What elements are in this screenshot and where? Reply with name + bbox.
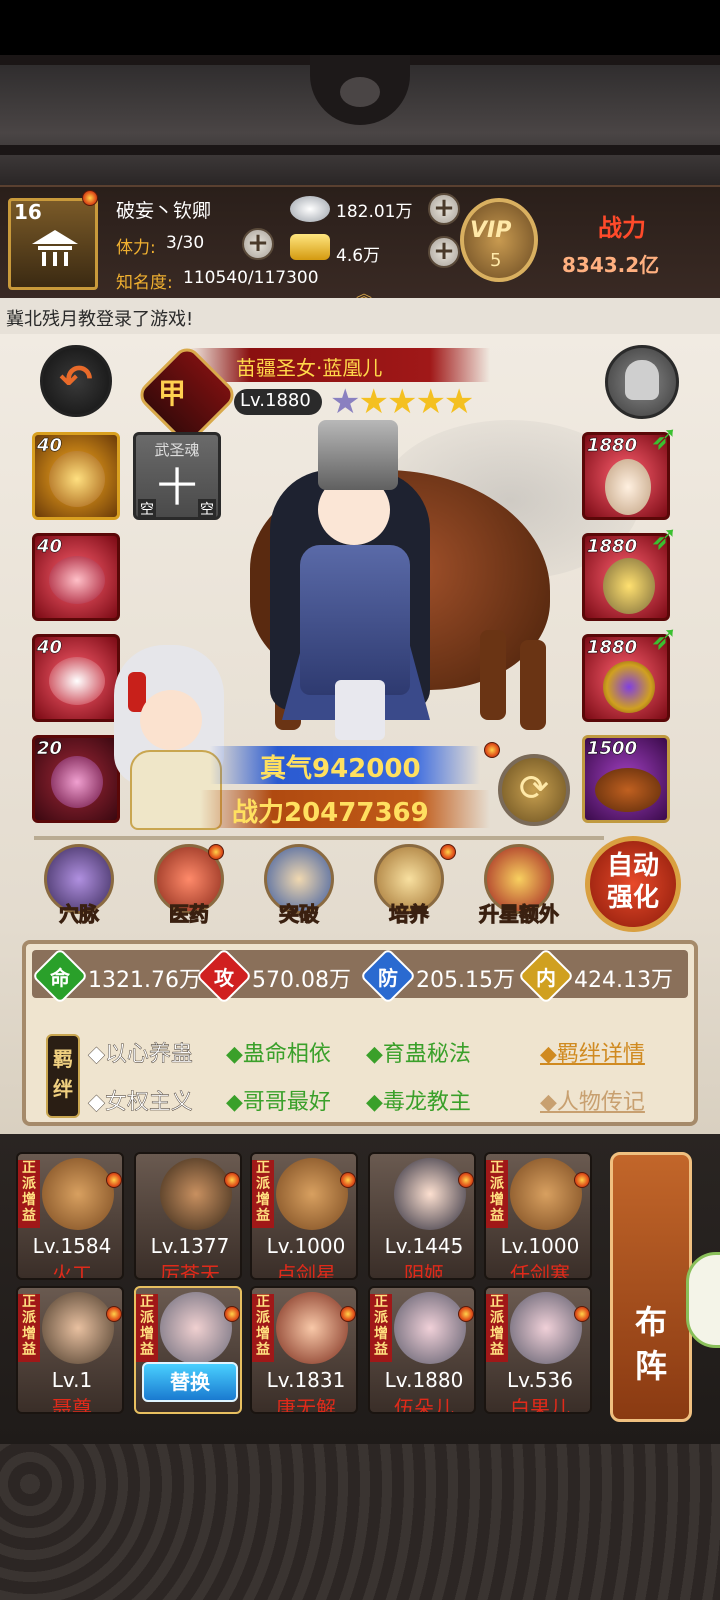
skill-slot-1[interactable]: 40 <box>32 432 120 520</box>
upgrade-arrow-icon: ➶ <box>650 518 679 558</box>
upgrade-arrow-icon: ➶ <box>650 618 679 658</box>
player-level: 16 <box>14 200 42 224</box>
cultivate-button-label[interactable]: 培养 <box>354 898 464 927</box>
team-hero-card[interactable]: 正派增益 替换 <box>134 1286 242 1414</box>
bond-item: ◆毒龙教主 <box>366 1090 471 1115</box>
function-bar <box>34 836 604 840</box>
bond-tag-text: 羁绊 <box>53 1047 73 1101</box>
side-expand-button[interactable] <box>686 1252 720 1348</box>
bond-item: ◆哥哥最好 <box>226 1090 331 1115</box>
breakthrough-button-label[interactable]: 突破 <box>244 898 354 927</box>
skill-slot-4[interactable]: 20 <box>32 735 120 823</box>
star-icon: ★★★★ <box>358 382 474 422</box>
add-silver-button[interactable]: + <box>428 193 460 225</box>
silver-icon <box>290 196 330 222</box>
fame-value: 110540/117300 <box>183 268 319 288</box>
bond-detail-link[interactable]: ◆羁绊详情 <box>540 1036 645 1068</box>
mount-slot[interactable]: 1500 <box>582 735 670 823</box>
team-hero-card[interactable]: 正派增益 Lv.1000 卢剑星 <box>250 1152 358 1280</box>
bond-item: ◆蛊命相依 <box>226 1042 331 1067</box>
hp-value: 1321.76万 <box>88 968 201 993</box>
team-hero-card[interactable]: 正派增益 Lv.1000 任剑寒 <box>484 1152 592 1280</box>
status-bar <box>0 0 720 55</box>
defense-value: 205.15万 <box>416 968 515 993</box>
hero-power-value: 战力20477369 <box>232 798 429 828</box>
skill-slot-2[interactable]: 40 <box>32 533 120 621</box>
total-power-value: 8343.2亿 <box>562 253 660 277</box>
hero-portrait <box>276 1292 348 1364</box>
hero-portrait <box>160 1158 232 1230</box>
medicine-button-label[interactable]: 医药 <box>134 898 244 927</box>
notice-text: 冀北残月教登录了游戏! <box>6 309 194 330</box>
chevron-up-icon[interactable]: ︽ <box>350 280 378 303</box>
hero-portrait <box>160 1292 232 1364</box>
auto-strengthen-label[interactable]: 自动强化 <box>597 850 669 914</box>
gold-amount: 4.6万 <box>336 246 381 266</box>
biography-link[interactable]: ◆人物传记 <box>540 1084 645 1116</box>
back-button[interactable]: ↶ <box>40 345 112 417</box>
notification-dot <box>440 844 456 860</box>
notification-dot <box>208 844 224 860</box>
vip-level: 5 <box>490 250 502 271</box>
rank-badge-text: 甲 <box>158 377 187 410</box>
hero-name: 苗疆圣女·蓝凰儿 <box>236 356 383 380</box>
vip-label: VIP <box>470 218 512 243</box>
skill-slot-3[interactable]: 40 <box>32 634 120 722</box>
fame-label: 知名度: <box>116 273 173 293</box>
hero-portrait <box>42 1292 114 1364</box>
roof-background <box>0 55 720 185</box>
hero-portrait <box>394 1158 466 1230</box>
hero-portrait <box>394 1292 466 1364</box>
add-gold-button[interactable]: + <box>428 236 460 268</box>
upgrade-arrow-icon: ➶ <box>650 418 679 458</box>
inner-power-value: 424.13万 <box>574 968 673 993</box>
hero-portrait <box>510 1158 582 1230</box>
bond-item: ◆育蛊秘法 <box>366 1042 471 1067</box>
zhenqi-value: 真气942000 <box>260 754 421 784</box>
team-hero-card[interactable]: 正派增益 Lv.536 白果儿 <box>484 1286 592 1414</box>
star-up-button-label[interactable]: 升星额外 <box>464 898 574 927</box>
star-icon: ★ <box>330 382 361 422</box>
stamina-label: 体力: <box>116 238 156 258</box>
team-hero-card[interactable]: 正派增益 Lv.1831 唐无解 <box>250 1286 358 1414</box>
hero-portrait <box>276 1158 348 1230</box>
switch-hero-button[interactable]: ⟳ <box>498 754 570 826</box>
hero-stars: ★★★★★ <box>330 382 474 422</box>
attack-value: 570.08万 <box>252 968 351 993</box>
formation-label[interactable]: 布阵 <box>622 1300 680 1388</box>
team-hero-card[interactable]: 正派增益 Lv.1880 伍朵儿 <box>368 1286 476 1414</box>
bond-item: ◆女权主义 <box>88 1090 193 1115</box>
team-hero-card[interactable]: 正派增益 Lv.1584 火工 <box>16 1152 124 1280</box>
hero-portrait <box>510 1292 582 1364</box>
notification-dot <box>82 190 98 206</box>
team-hero-card[interactable]: Lv.1445 阴姬 <box>368 1152 476 1280</box>
meridian-button-label[interactable]: 穴脉 <box>24 898 134 927</box>
silver-amount: 182.01万 <box>336 202 413 222</box>
hero-portrait <box>42 1158 114 1230</box>
team-hero-card[interactable]: 正派增益 Lv.1 聂尊 <box>16 1286 124 1414</box>
total-power-label: 战力 <box>598 214 646 242</box>
bond-item: ◆以心养蛊 <box>88 1042 193 1067</box>
floor-pattern <box>0 1444 720 1600</box>
replace-button[interactable]: 替换 <box>142 1362 238 1402</box>
hero-level: Lv.1880 <box>240 390 311 411</box>
notification-dot <box>484 742 500 758</box>
martial-soul-slot[interactable]: 武圣魂 十 空 空 <box>133 432 221 520</box>
player-name: 破妄丶钦卿 <box>116 200 212 222</box>
stamina-value: 3/30 <box>166 233 205 253</box>
team-hero-card[interactable]: Lv.1377 厉苍天 <box>134 1152 242 1280</box>
meditate-icon <box>625 360 659 400</box>
add-stamina-button[interactable]: + <box>242 228 274 260</box>
gold-icon <box>290 234 330 260</box>
pavilion-icon <box>32 230 78 266</box>
